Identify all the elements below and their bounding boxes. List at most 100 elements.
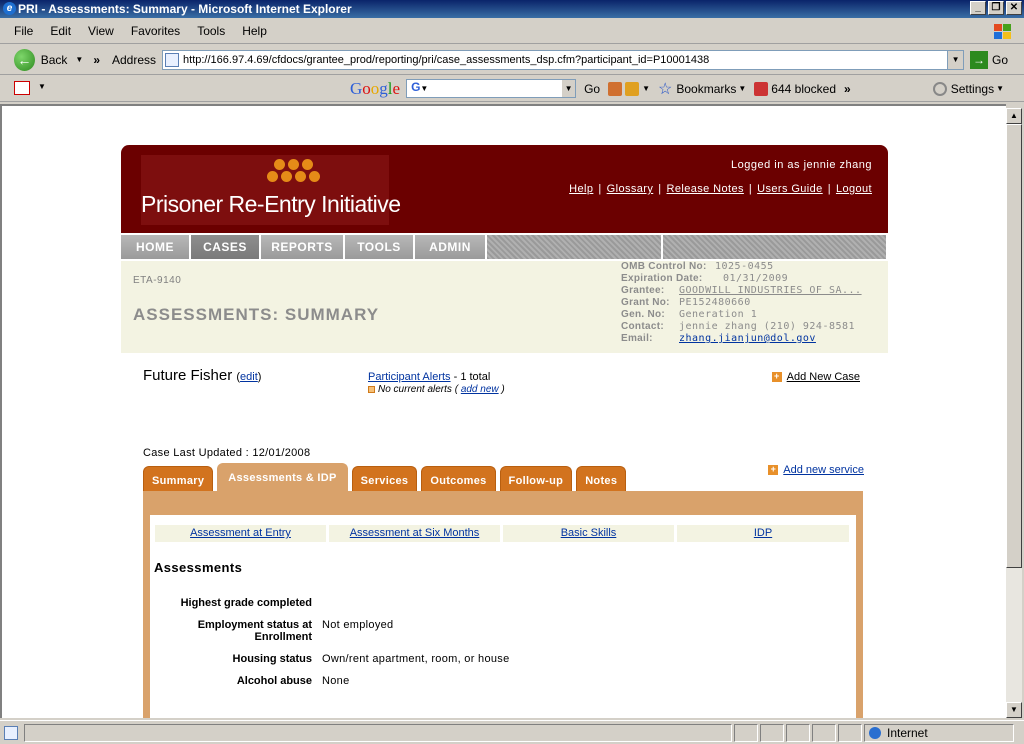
page-icon <box>165 52 180 67</box>
address-dropdown-icon[interactable]: ▼ <box>947 50 964 69</box>
chevron-down-icon: ▼ <box>996 84 1004 93</box>
windows-logo-icon <box>994 24 1011 39</box>
address-url: http://166.97.4.69/cfdocs/grantee_prod/r… <box>183 53 710 66</box>
nav-tools[interactable]: TOOLS <box>345 235 415 259</box>
scroll-thumb[interactable] <box>1006 124 1022 568</box>
back-button[interactable]: ← Back ▼ » <box>14 48 100 71</box>
omb-label: OMB Control No: <box>621 261 707 272</box>
vertical-scrollbar[interactable]: ▲ ▼ <box>1006 108 1022 718</box>
bookmarks-button[interactable]: ☆ Bookmarks ▼ <box>658 79 746 99</box>
status-bar: Internet <box>0 720 1024 744</box>
nav-filler <box>487 235 663 259</box>
settings-button[interactable]: Settings ▼ <box>932 81 1004 96</box>
add-new-case[interactable]: + Add New Case <box>771 371 860 383</box>
contact-label: Contact: <box>621 321 664 332</box>
minimize-button[interactable]: _ <box>970 1 986 15</box>
exp-value: 01/31/2009 <box>723 273 789 284</box>
help-link[interactable]: Help <box>569 183 593 195</box>
status-text-cell <box>24 723 732 742</box>
nav-admin[interactable]: ADMIN <box>415 235 487 259</box>
page-done-icon <box>4 725 18 740</box>
close-button[interactable]: ✕ <box>1006 1 1022 15</box>
maximize-button[interactable]: ❐ <box>988 1 1004 15</box>
google-toolbar: ▼ Google G▼ ▼ Go ▼ ☆ Bookmarks ▼ 644 block… <box>0 76 1024 102</box>
menu-edit[interactable]: Edit <box>50 24 71 38</box>
menu-favorites[interactable]: Favorites <box>131 24 180 38</box>
pagerank-icon[interactable] <box>608 81 623 96</box>
google-go-button[interactable]: Go <box>584 82 600 96</box>
tab-summary[interactable]: Summary <box>143 466 214 492</box>
alerts-total: - 1 total <box>450 371 491 383</box>
tab-notes[interactable]: Notes <box>576 466 627 492</box>
header-links: Help | Glossary | Release Notes | Users Guide |… <box>569 183 872 195</box>
nav-cases[interactable]: CASES <box>191 235 261 259</box>
autofill-icon[interactable] <box>625 81 640 96</box>
popup-blocked-icon <box>754 81 769 96</box>
more-chevron-icon[interactable]: » <box>844 82 851 96</box>
menu-bar: File Edit View Favorites Tools Help <box>0 18 1024 44</box>
toolbar-icons[interactable]: ▼ <box>608 81 650 96</box>
menu-file[interactable]: File <box>14 24 33 38</box>
subtab-basic-skills[interactable]: Basic Skills <box>561 527 617 539</box>
add-new-service-link[interactable]: Add new service <box>783 464 864 476</box>
menu-tools[interactable]: Tools <box>197 24 225 38</box>
add-alert-link[interactable]: add new <box>461 384 499 395</box>
google-search-input[interactable]: G▼ ▼ <box>406 79 577 98</box>
settings-label: Settings <box>950 81 995 96</box>
logged-in-text: Logged in as jennie zhang <box>731 159 872 171</box>
menu-help[interactable]: Help <box>242 24 267 38</box>
tab-services[interactable]: Services <box>351 466 418 492</box>
email-link[interactable]: zhang.jianjun@dol.gov <box>679 333 816 344</box>
google-logo: Google <box>350 78 401 98</box>
info-panel: ETA-9140 ASSESSMENTS: SUMMARY OMB Contro… <box>121 259 888 353</box>
back-label: Back <box>40 52 68 67</box>
plus-icon: + <box>768 465 779 475</box>
subtab-assessment-entry[interactable]: Assessment at Entry <box>190 527 291 539</box>
tab-follow-up[interactable]: Follow-up <box>499 466 573 492</box>
release-notes-link[interactable]: Release Notes <box>667 183 744 195</box>
grant-value: PE152480660 <box>679 297 751 308</box>
tab-panel-inner: Assessment at Entry Assessment at Six Mo… <box>150 515 856 718</box>
tab-assessments-idp[interactable]: Assessments & IDP <box>217 463 348 492</box>
scroll-up-icon[interactable]: ▲ <box>1006 108 1022 124</box>
nav-home[interactable]: HOME <box>121 235 191 259</box>
no-alerts-text: No current alerts ( <box>378 384 459 395</box>
window-title: PRI - Assessments: Summary - Microsoft I… <box>18 2 352 16</box>
address-input[interactable]: http://166.97.4.69/cfdocs/grantee_prod/r… <box>162 49 965 70</box>
tab-outcomes[interactable]: Outcomes <box>421 466 496 492</box>
popup-blocker-button[interactable]: 644 blocked <box>754 81 836 96</box>
field-label: Highest grade completed <box>180 597 312 609</box>
subtab-assessment-six-months[interactable]: Assessment at Six Months <box>350 527 480 539</box>
exp-label: Expiration Date: <box>621 273 703 284</box>
participant-alerts: Participant Alerts - 1 total No current … <box>368 371 505 395</box>
field-value: None <box>322 675 350 687</box>
search-dropdown-icon[interactable]: ▼ <box>562 80 576 97</box>
chevron-down-icon[interactable]: ▼ <box>38 82 46 91</box>
logo-text: Prisoner Re-Entry Initiative <box>141 191 401 217</box>
chevron-down-icon[interactable]: ▼ <box>642 84 650 93</box>
glossary-link[interactable]: Glossary <box>607 183 654 195</box>
field-value: Own/rent apartment, room, or house <box>322 653 510 665</box>
nav-reports[interactable]: REPORTS <box>261 235 345 259</box>
participant-alerts-link[interactable]: Participant Alerts <box>368 371 451 383</box>
bookmarks-label: Bookmarks <box>676 81 737 96</box>
main-nav: HOME CASES REPORTS TOOLS ADMIN <box>121 233 888 259</box>
field-value: Not employed <box>322 619 394 631</box>
scroll-down-icon[interactable]: ▼ <box>1006 702 1022 718</box>
more-chevron-icon[interactable]: » <box>93 53 100 67</box>
edit-participant-link[interactable]: edit <box>240 371 258 383</box>
subtab-idp[interactable]: IDP <box>754 527 772 539</box>
add-new-case-link[interactable]: Add New Case <box>787 371 860 383</box>
go-button[interactable]: → Go <box>970 50 1008 69</box>
alert-bullet-icon <box>368 386 375 393</box>
users-guide-link[interactable]: Users Guide <box>757 183 823 195</box>
chevron-down-icon[interactable]: ▼ <box>75 55 83 64</box>
pdf-icon[interactable] <box>14 81 30 95</box>
grantee-link[interactable]: GOODWILL INDUSTRIES OF SA... <box>679 285 862 296</box>
form-id: ETA-9140 <box>133 275 182 286</box>
zone-label: Internet <box>887 725 928 740</box>
menu-view[interactable]: View <box>88 24 114 38</box>
go-arrow-icon: → <box>970 50 989 69</box>
logout-link[interactable]: Logout <box>836 183 872 195</box>
add-new-service[interactable]: + Add new service <box>768 464 864 476</box>
